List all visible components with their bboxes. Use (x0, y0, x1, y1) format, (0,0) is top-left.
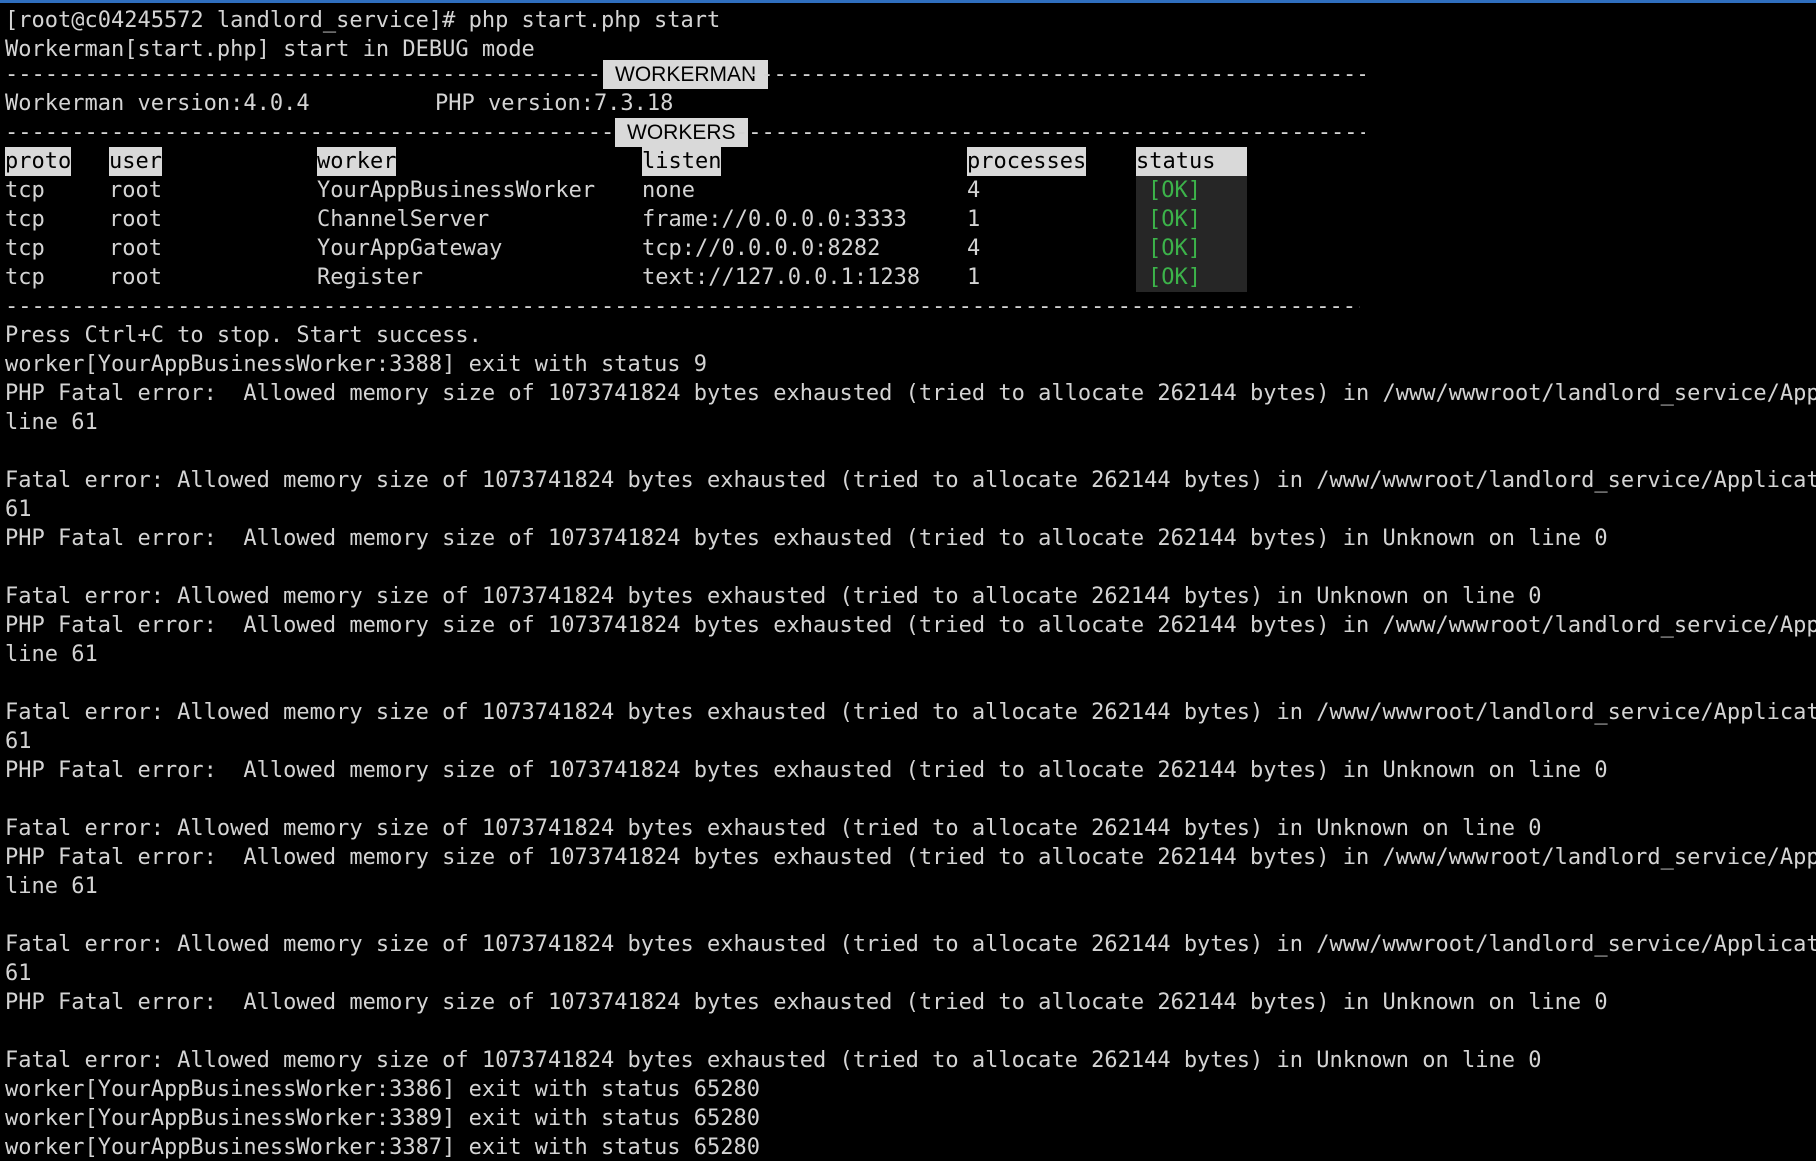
workers-dashes-right: ----------------------------------------… (735, 120, 1365, 145)
log-line: Press Ctrl+C to stop. Start success. (5, 323, 482, 348)
log-line: Fatal error: Allowed memory size of 1073… (5, 468, 1816, 493)
separator-dashes: ----------------------------------------… (5, 294, 1360, 319)
log-line: PHP Fatal error: Allowed memory size of … (5, 526, 1608, 551)
log-line: worker[YourAppBusinessWorker:3389] exit … (5, 1106, 760, 1131)
log-line: Fatal error: Allowed memory size of 1073… (5, 816, 1542, 841)
row-status-ok: [OK] (1136, 263, 1247, 292)
row-status-ok: [OK] (1136, 205, 1247, 234)
log-line: line 61 (5, 642, 98, 667)
workers-table-header: proto user worker listen processes statu… (5, 147, 1365, 176)
banner-dashes-left: ----------------------------------------… (5, 62, 605, 87)
table-row: tcp root Register text://127.0.0.1:1238 … (5, 263, 1365, 292)
log-line: worker[YourAppBusinessWorker:3388] exit … (5, 352, 707, 377)
log-line: PHP Fatal error: Allowed memory size of … (5, 613, 1816, 638)
header-proto: proto (5, 147, 72, 176)
row-listen: text://127.0.0.1:1238 (642, 265, 921, 290)
log-line: worker[YourAppBusinessWorker:3387] exit … (5, 1135, 760, 1160)
row-proto: tcp (5, 178, 45, 203)
log-line: Fatal error: Allowed memory size of 1073… (5, 932, 1816, 957)
versions-line: Workerman version:4.0.4 PHP version:7.3.… (5, 89, 1365, 118)
row-proto: tcp (5, 236, 45, 261)
row-listen: frame://0.0.0.0:3333 (642, 207, 907, 232)
log-line: PHP Fatal error: Allowed memory size of … (5, 990, 1608, 1015)
workers-banner: ----------------------------------------… (5, 118, 1365, 147)
log-line: 61 (5, 961, 32, 986)
log-line: line 61 (5, 410, 98, 435)
log-line: PHP Fatal error: Allowed memory size of … (5, 758, 1608, 783)
workers-banner-title: WORKERS (615, 118, 748, 147)
row-worker: YourAppBusinessWorker (317, 178, 596, 203)
table-row: tcp root ChannelServer frame://0.0.0.0:3… (5, 205, 1365, 234)
command-prompt-line: [root@c04245572 landlord_service]# php s… (5, 8, 721, 33)
row-user: root (109, 265, 162, 290)
row-processes: 1 (967, 265, 981, 290)
row-user: root (109, 236, 162, 261)
row-processes: 4 (967, 178, 981, 203)
terminal-window[interactable]: [root@c04245572 landlord_service]# php s… (0, 0, 1816, 1161)
row-user: root (109, 207, 162, 232)
row-processes: 4 (967, 236, 981, 261)
log-line: 61 (5, 497, 32, 522)
log-line: line 61 (5, 874, 98, 899)
php-version: PHP version:7.3.18 (435, 91, 674, 116)
header-processes: processes (967, 147, 1087, 176)
log-line: worker[YourAppBusinessWorker:3386] exit … (5, 1077, 760, 1102)
workers-dashes-left: ----------------------------------------… (5, 120, 617, 145)
log-line: Fatal error: Allowed memory size of 1073… (5, 1048, 1542, 1073)
row-worker: Register (317, 265, 423, 290)
workerman-banner-title: WORKERMAN (603, 60, 769, 89)
table-row: tcp root YourAppBusinessWorker none 4 [O… (5, 176, 1365, 205)
log-line: PHP Fatal error: Allowed memory size of … (5, 845, 1816, 870)
header-user: user (109, 147, 162, 176)
row-proto: tcp (5, 207, 45, 232)
row-processes: 1 (967, 207, 981, 232)
header-status: status (1136, 147, 1247, 176)
log-line: Fatal error: Allowed memory size of 1073… (5, 584, 1542, 609)
table-separator: ----------------------------------------… (5, 292, 1365, 321)
row-status-ok: [OK] (1136, 234, 1247, 263)
row-proto: tcp (5, 265, 45, 290)
row-worker: ChannelServer (317, 207, 490, 232)
log-line: PHP Fatal error: Allowed memory size of … (5, 381, 1816, 406)
row-listen: tcp://0.0.0.0:8282 (642, 236, 881, 261)
row-user: root (109, 178, 162, 203)
row-status-ok: [OK] (1136, 176, 1247, 205)
log-line: Fatal error: Allowed memory size of 1073… (5, 700, 1816, 725)
workerman-version: Workerman version:4.0.4 (5, 91, 310, 116)
row-listen: none (642, 178, 695, 203)
row-worker: YourAppGateway (317, 236, 503, 261)
header-listen: listen (642, 147, 722, 176)
table-row: tcp root YourAppGateway tcp://0.0.0.0:82… (5, 234, 1365, 263)
workerman-banner: ----------------------------------------… (5, 60, 1365, 89)
log-line: 61 (5, 729, 32, 754)
banner-dashes-right: ----------------------------------------… (747, 62, 1365, 87)
header-worker: worker (317, 147, 397, 176)
